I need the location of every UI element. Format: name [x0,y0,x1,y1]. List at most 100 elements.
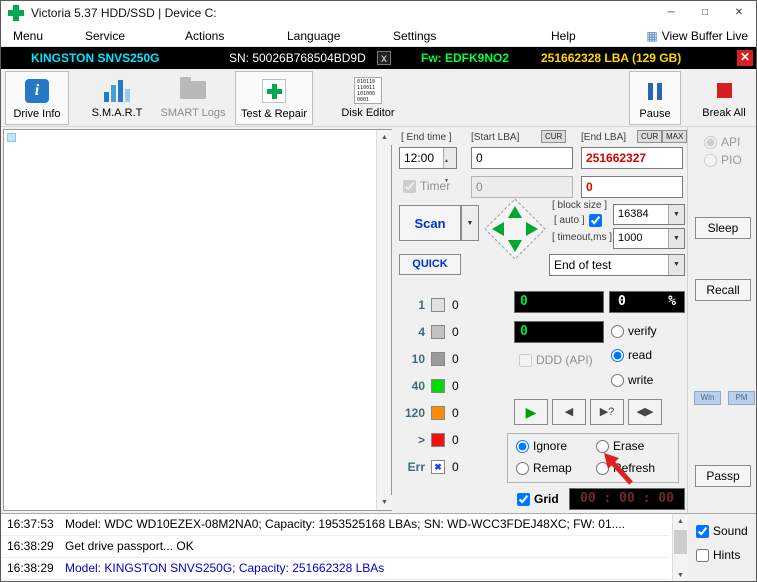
smart-label: S.M.A.R.T [91,107,143,119]
dropdown-icon[interactable]: ▼ [668,205,684,224]
start-test-button[interactable]: ▶ [514,399,548,425]
sleep-button[interactable]: Sleep [695,217,751,239]
toolbar-drive-info-button[interactable]: i Drive Info [5,71,69,125]
end-lba-cur-button[interactable]: CUR [637,130,663,143]
reverse-button[interactable]: ◀ [552,399,586,425]
action-remap-radio[interactable]: Remap [516,461,572,475]
start-lba-cur-button[interactable]: CUR [541,130,567,143]
percent-value: 0 [618,294,626,309]
app-green-cross-icon [8,5,24,21]
timeout-label: [ timeout,ms ] [552,232,613,243]
action-remap-input[interactable] [516,461,529,475]
dropdown-icon[interactable]: ▼ [668,255,684,275]
mode-read-input[interactable] [611,348,624,362]
defect-action-group: Ignore Erase Remap Refresh [507,433,679,483]
device-tab-close-button[interactable]: x [377,51,391,65]
auto-checkbox-input[interactable] [588,214,602,227]
binary-document-icon: 010110 110011 101000 0001 [354,76,382,104]
jump-pad-icon[interactable] [483,197,547,261]
mode-write-input[interactable] [611,373,624,387]
spin-up-icon[interactable]: ▲ [444,158,449,164]
mode-verify-input[interactable] [611,324,624,338]
seek-button[interactable]: ▶? [590,399,624,425]
toolbar-test-repair-button[interactable]: Test & Repair [235,71,313,125]
menu-item-settings[interactable]: Settings [387,25,442,47]
menu-item-service[interactable]: Service [79,25,131,47]
test-repair-label: Test & Repair [240,108,308,120]
maximize-button[interactable]: □ [688,1,722,25]
toolbar-smart-button[interactable]: S.M.A.R.T [85,71,149,125]
sound-label: Sound [713,524,748,538]
ddd-api-input [519,353,532,367]
device-model[interactable]: KINGSTON SNVS250G [31,47,159,69]
mode-verify-radio[interactable]: verify [611,324,657,338]
menu-bar: Menu Service Actions Language Settings H… [1,25,756,47]
action-refresh-radio[interactable]: Refresh [596,461,655,475]
action-erase-radio[interactable]: Erase [596,439,644,453]
menu-item-menu[interactable]: Menu [7,25,49,47]
quick-button[interactable]: QUICK [399,254,461,275]
auto-checkbox[interactable]: [ auto ] [554,214,602,227]
minimize-button[interactable]: ─ [654,1,688,25]
menu-item-actions[interactable]: Actions [179,25,230,47]
close-button[interactable]: ✕ [722,1,756,25]
end-time-spinner[interactable]: 12:00 ▲ ▼ [399,147,457,184]
percent-sign: % [668,294,676,309]
end-lba-input[interactable]: 251662327 [581,147,683,169]
end-lba-max-button[interactable]: MAX [662,130,688,143]
auto-label: [ auto ] [554,215,585,226]
dropdown-icon[interactable]: ▼ [668,229,684,248]
mode-write-radio[interactable]: write [611,373,653,387]
sound-checkbox[interactable]: Sound [696,524,748,538]
menu-item-language[interactable]: Language [281,25,346,47]
log-scrollbar[interactable]: ▲ ▼ [672,514,688,581]
action-ignore-radio[interactable]: Ignore [516,439,567,453]
passp-button[interactable]: Passp [695,465,751,487]
error-x-icon: ✖ [431,459,445,474]
disk-editor-label: Disk Editor [341,107,395,119]
grid-checkbox[interactable]: Grid [517,492,559,506]
action-refresh-input[interactable] [596,461,609,475]
hints-checkbox-input[interactable] [696,548,709,562]
device-close-x-button[interactable]: ✕ [737,50,753,66]
mode-read-radio[interactable]: read [611,348,652,362]
scrollbar-thumb[interactable] [674,530,687,554]
mode-read-label: read [628,348,653,362]
skip-button[interactable]: ◀▶ [628,399,662,425]
toolbar-disk-editor-button[interactable]: 010110 110011 101000 0001 Disk Editor [335,71,401,125]
buffer-grid-icon: ▦ [646,29,658,43]
grid-checkbox-input[interactable] [517,492,530,506]
action-erase-input[interactable] [596,439,609,453]
test-control-panel: [ End time ] [Start LBA] CUR [End LBA] C… [393,127,688,513]
api-radio: API [704,135,740,149]
break-all-button[interactable]: Break All [693,71,755,125]
pio-label: PIO [721,153,742,167]
timer-lba-input[interactable]: 0 [581,176,683,198]
scroll-up-icon[interactable]: ▲ [377,130,392,145]
menu-item-help[interactable]: Help [545,25,582,47]
end-of-test-combo[interactable]: End of test ▼ [549,254,685,276]
scan-button[interactable]: Scan [399,205,461,241]
test-grid-area[interactable]: ▲ ▼ [3,129,392,511]
action-ignore-input[interactable] [516,439,529,453]
view-buffer-live-label: View Buffer Live [661,29,748,43]
spinner-arrows[interactable]: ▲ ▼ [443,148,456,184]
hints-checkbox[interactable]: Hints [696,548,740,562]
timeout-combo[interactable]: 1000 ▼ [613,228,685,249]
win-mini-button: Win [694,391,721,405]
pause-button[interactable]: Pause [629,71,681,125]
bucket-color-swatch [431,405,445,420]
scroll-down-icon[interactable]: ▼ [377,495,392,510]
block-size-combo[interactable]: 16384 ▼ [613,204,685,225]
sound-checkbox-input[interactable] [696,524,709,538]
grid-scrollbar[interactable]: ▲ ▼ [376,130,392,510]
timer-checkbox: Timer [403,179,450,193]
view-buffer-live-button[interactable]: ▦ View Buffer Live [642,25,752,47]
start-lba-input[interactable]: 0 [471,147,573,169]
bucket-label: 4 [418,324,425,339]
start-lba-label: [Start LBA] [471,132,520,143]
scroll-down-icon[interactable]: ▼ [673,568,688,581]
scan-dropdown-button[interactable]: ▼ [461,205,479,241]
recall-button[interactable]: Recall [695,279,751,301]
scroll-up-icon[interactable]: ▲ [673,514,688,529]
